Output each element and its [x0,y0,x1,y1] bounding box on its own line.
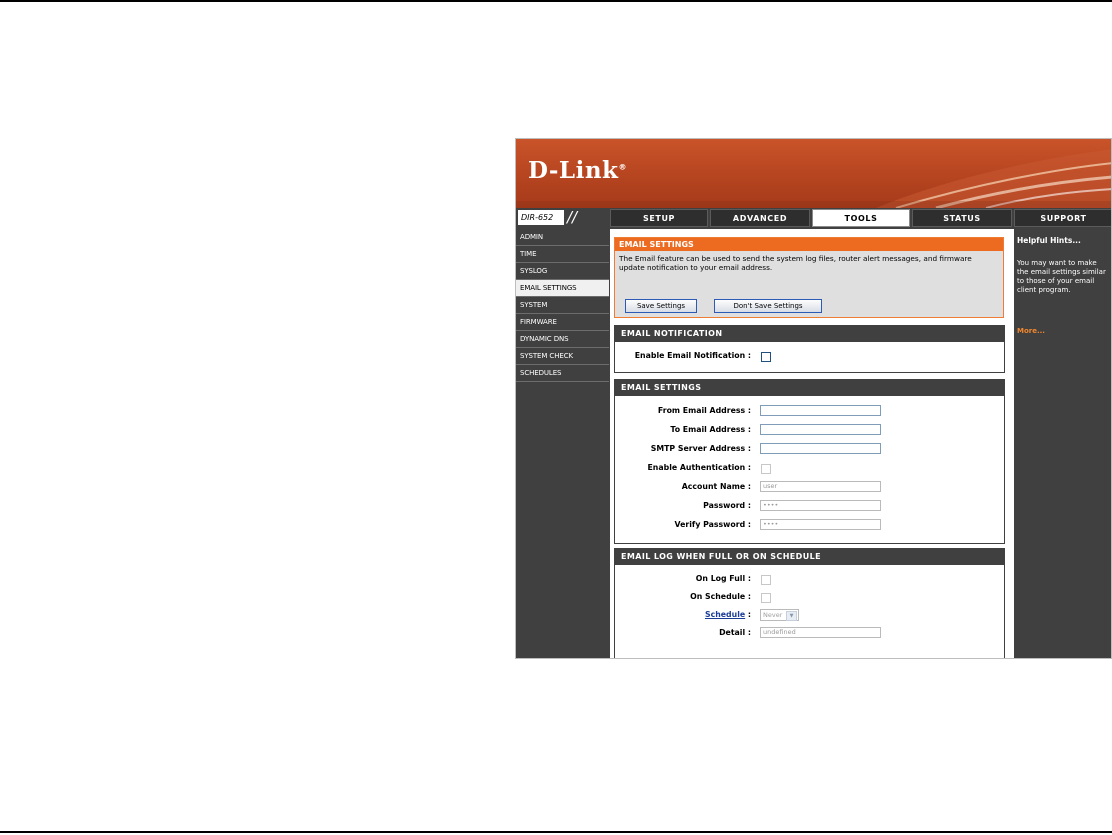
tab-status[interactable]: STATUS [912,209,1012,227]
hints-title: Helpful Hints... [1017,236,1081,245]
sidebar-item-email-settings[interactable]: EMAIL SETTINGS [516,280,609,297]
from-email-input[interactable] [760,405,881,416]
schedule-label: Schedule : [704,610,751,619]
model-badge: DIR-652 [518,210,564,225]
schedule-select[interactable]: Never ▼ [760,609,799,621]
sidebar-item-schedules[interactable]: SCHEDULES [516,365,609,382]
section-title: EMAIL SETTINGS [615,380,1004,396]
to-email-input[interactable] [760,424,881,435]
hints-more-link[interactable]: More... [1017,327,1045,335]
sidebar-item-syslog[interactable]: SYSLOG [516,263,609,280]
email-settings-section: EMAIL SETTINGS From Email Address : To E… [614,379,1005,544]
bottom-rule [0,831,1112,833]
model-slashes: // [567,208,578,226]
on-log-full-label: On Log Full : [695,574,751,583]
sidebar-item-system[interactable]: SYSTEM [516,297,609,314]
detail-label: Detail : [719,628,751,637]
intro-panel: EMAIL SETTINGS The Email feature can be … [614,237,1004,318]
from-email-label: From Email Address : [657,406,751,415]
save-settings-button[interactable]: Save Settings [625,299,697,313]
sidebar-item-time[interactable]: TIME [516,246,609,263]
verify-password-label: Verify Password : [674,520,751,529]
enable-authentication-checkbox[interactable] [761,464,771,474]
password-input[interactable]: •••• [760,500,881,511]
chevron-down-icon: ▼ [786,611,797,621]
account-name-label: Account Name : [681,482,751,491]
dlink-logo: D-Link® [528,157,627,184]
tab-tools[interactable]: TOOLS [812,209,910,227]
main-content: EMAIL SETTINGS The Email feature can be … [610,229,1014,658]
sidebar-item-dynamic-dns[interactable]: DYNAMIC DNS [516,331,609,348]
top-nav: DIR-652 // SETUP ADVANCED TOOLS STATUS S… [516,208,1111,228]
section-title: EMAIL NOTIFICATION [615,326,1004,342]
tab-setup[interactable]: SETUP [610,209,708,227]
sidebar-item-system-check[interactable]: SYSTEM CHECK [516,348,609,365]
enable-email-notification-checkbox[interactable] [761,352,771,362]
top-rule [0,0,1112,2]
dlink-banner: D-Link® [516,139,1111,208]
email-notification-section: EMAIL NOTIFICATION Enable Email Notifica… [614,325,1005,373]
schedule-link[interactable]: Schedule [705,610,745,619]
detail-input[interactable]: undefined [760,627,881,638]
smtp-server-input[interactable] [760,443,881,454]
intro-description: The Email feature can be used to send th… [619,254,972,272]
on-schedule-label: On Schedule : [690,592,751,601]
section-title: EMAIL LOG WHEN FULL OR ON SCHEDULE [615,549,1004,565]
hints-text: You may want to make the email settings … [1017,259,1106,294]
helpful-hints-panel: Helpful Hints... You may want to make th… [1014,229,1111,658]
on-log-full-checkbox[interactable] [761,575,771,585]
intro-title: EMAIL SETTINGS [615,238,1003,251]
sidebar-item-admin[interactable]: ADMIN [516,229,609,246]
sidebar: ADMIN TIME SYSLOG EMAIL SETTINGS SYSTEM … [516,229,609,658]
on-schedule-checkbox[interactable] [761,593,771,603]
to-email-label: To Email Address : [670,425,751,434]
sidebar-item-firmware[interactable]: FIRMWARE [516,314,609,331]
dont-save-settings-button[interactable]: Don't Save Settings [714,299,822,313]
verify-password-input[interactable]: •••• [760,519,881,530]
tab-support[interactable]: SUPPORT [1014,209,1111,227]
enable-email-notification-label: Enable Email Notification : [634,351,751,360]
account-name-input[interactable]: user [760,481,881,492]
password-label: Password : [703,501,751,510]
enable-authentication-label: Enable Authentication : [647,463,751,472]
router-admin-window: D-Link® DIR-652 // SETUP ADVANCED TOOLS … [515,138,1112,659]
email-log-section: EMAIL LOG WHEN FULL OR ON SCHEDULE On Lo… [614,548,1005,658]
tab-advanced[interactable]: ADVANCED [710,209,810,227]
smtp-server-label: SMTP Server Address : [650,444,751,453]
